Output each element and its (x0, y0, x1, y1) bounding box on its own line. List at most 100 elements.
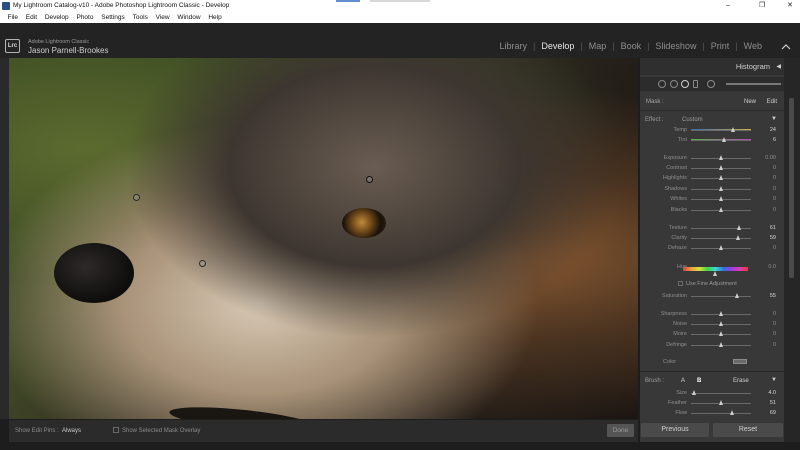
exposure-value[interactable]: 0.00 (765, 155, 776, 161)
tint-value[interactable]: 6 (773, 137, 776, 143)
show-edit-pins-dropdown[interactable]: Always (62, 428, 81, 434)
brush-size-value[interactable]: 4.0 (768, 390, 776, 396)
blacks-value[interactable]: 0 (773, 207, 776, 213)
brush-size-slider[interactable] (691, 393, 751, 394)
defringe-value[interactable]: 0 (773, 342, 776, 348)
temp-row: Temp 24 (640, 125, 784, 135)
menu-file[interactable]: File (6, 12, 19, 23)
brush-erase-button[interactable]: Erase (733, 378, 749, 384)
saturation-slider-knob[interactable] (734, 293, 739, 298)
menu-window[interactable]: Window (176, 12, 202, 23)
shadows-value[interactable]: 0 (773, 186, 776, 192)
texture-slider[interactable] (691, 228, 751, 229)
brush-flow-value[interactable]: 69 (770, 410, 776, 416)
noise-value[interactable]: 0 (773, 321, 776, 327)
module-print[interactable]: Print (705, 41, 736, 51)
taskbar-tab-indicator (336, 0, 360, 2)
clarity-value[interactable]: 59 (770, 235, 776, 241)
edit-pin[interactable] (133, 194, 140, 201)
brush-dropdown-icon[interactable]: ▼ (771, 377, 777, 383)
effect-preset-dropdown[interactable]: Custom (682, 117, 703, 123)
dehaze-slider-knob[interactable] (718, 245, 723, 250)
texture-value[interactable]: 61 (770, 225, 776, 231)
temp-slider[interactable] (691, 130, 751, 131)
effect-dropdown-icon[interactable]: ▼ (771, 116, 777, 122)
color-swatch[interactable] (733, 359, 747, 364)
menu-develop[interactable]: Develop (43, 12, 70, 23)
mask-overlay-checkbox[interactable] (113, 427, 119, 433)
menu-help[interactable]: Help (207, 12, 223, 23)
temp-slider-knob[interactable] (730, 127, 735, 132)
blacks-slider-knob[interactable] (718, 207, 723, 212)
dehaze-value[interactable]: 0 (773, 245, 776, 251)
close-button[interactable]: ✕ (780, 0, 800, 12)
creative-cloud-icon[interactable] (781, 43, 791, 51)
contrast-slider-knob[interactable] (718, 165, 723, 170)
brush-b-button[interactable]: B (697, 378, 701, 384)
saturation-value[interactable]: 55 (770, 293, 776, 299)
module-web[interactable]: Web (738, 41, 768, 51)
clarity-slider-knob[interactable] (735, 235, 740, 240)
collapse-triangle-icon[interactable]: ◀ (776, 63, 781, 70)
brush-a-button[interactable]: A (681, 378, 685, 384)
module-library[interactable]: Library (493, 41, 533, 51)
contrast-value[interactable]: 0 (773, 165, 776, 171)
mask-new-button[interactable]: New (744, 99, 756, 105)
adjustment-brush-icon[interactable] (707, 80, 715, 88)
module-develop[interactable]: Develop (535, 41, 580, 51)
texture-slider-knob[interactable] (736, 225, 741, 230)
tint-slider-knob[interactable] (721, 137, 726, 142)
highlights-value[interactable]: 0 (773, 175, 776, 181)
brush-flow-slider-knob[interactable] (729, 410, 734, 415)
edit-pin[interactable] (199, 260, 206, 267)
saturation-slider[interactable] (691, 296, 751, 297)
module-book[interactable]: Book (615, 41, 648, 51)
mask-edit-button[interactable]: Edit (767, 99, 777, 105)
module-picker: Library | Develop | Map | Book | Slidesh… (493, 41, 768, 51)
fine-adjustment-checkbox[interactable] (678, 281, 683, 286)
sharpness-slider-knob[interactable] (718, 311, 723, 316)
whites-value[interactable]: 0 (773, 196, 776, 202)
edit-pin-selected[interactable] (366, 176, 373, 183)
clarity-slider[interactable] (691, 238, 751, 239)
done-button[interactable]: Done (607, 424, 634, 437)
moire-value[interactable]: 0 (773, 331, 776, 337)
photo-canvas[interactable] (9, 58, 638, 419)
tool-strip-slider[interactable] (726, 83, 781, 85)
histogram-header[interactable]: Histogram ◀ (640, 58, 784, 75)
menu-tools[interactable]: Tools (131, 12, 149, 23)
menu-photo[interactable]: Photo (75, 12, 95, 23)
reset-button[interactable]: Reset (713, 423, 783, 437)
crop-tool-icon[interactable] (658, 80, 666, 88)
brush-size-slider-knob[interactable] (691, 390, 696, 395)
hue-slider-knob[interactable] (713, 271, 717, 276)
noise-slider-knob[interactable] (718, 321, 723, 326)
spot-removal-icon[interactable] (670, 80, 678, 88)
fine-adjustment-row: Use Fine Adjustment (640, 279, 784, 289)
brush-feather-value[interactable]: 51 (770, 400, 776, 406)
brush-feather-slider-knob[interactable] (719, 400, 724, 405)
moire-slider-knob[interactable] (718, 331, 723, 336)
panel-scrollbar-thumb[interactable] (789, 98, 794, 278)
tint-row: Tint 6 (640, 135, 784, 145)
mask-tool-icon[interactable] (681, 80, 689, 88)
previous-button[interactable]: Previous (641, 423, 709, 437)
menu-settings[interactable]: Settings (100, 12, 127, 23)
panel-scrollbar[interactable] (784, 58, 800, 442)
menu-view[interactable]: View (154, 12, 171, 23)
exposure-slider-knob[interactable] (718, 155, 723, 160)
menu-edit[interactable]: Edit (24, 12, 38, 23)
maximize-button[interactable]: ❐ (752, 0, 772, 12)
temp-value[interactable]: 24 (770, 127, 776, 133)
whites-slider-knob[interactable] (718, 196, 723, 201)
sharpness-value[interactable]: 0 (773, 311, 776, 317)
red-eye-icon[interactable] (693, 80, 698, 88)
highlights-slider-knob[interactable] (718, 175, 723, 180)
brush-flow-slider[interactable] (691, 413, 751, 414)
module-slideshow[interactable]: Slideshow (649, 41, 702, 51)
mask-label: Mask : (646, 99, 664, 105)
shadows-slider-knob[interactable] (718, 186, 723, 191)
module-map[interactable]: Map (583, 41, 613, 51)
defringe-slider-knob[interactable] (718, 342, 723, 347)
minimize-button[interactable]: – (718, 0, 738, 12)
